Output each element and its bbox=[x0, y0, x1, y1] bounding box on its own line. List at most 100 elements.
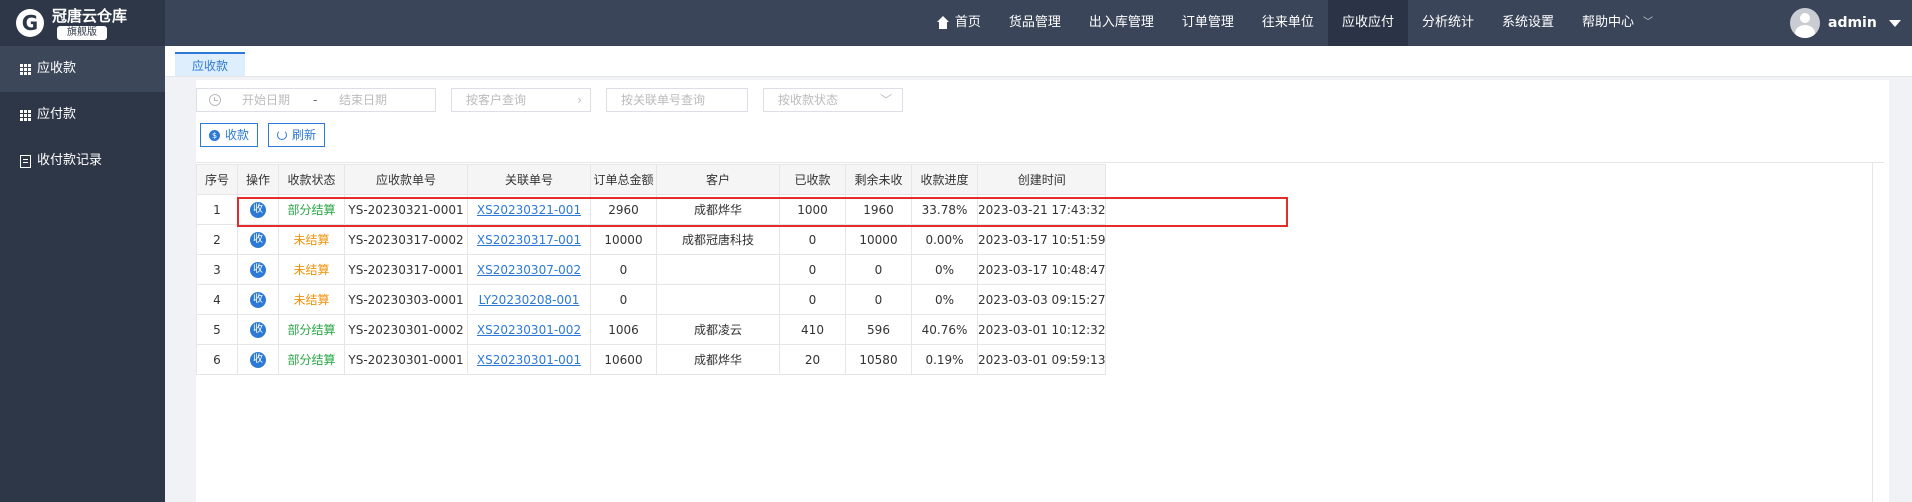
sidebar-item-payment-records[interactable]: 收付款记录 bbox=[0, 138, 165, 184]
action-cell: 收 bbox=[237, 314, 279, 345]
nav-label: 往来单位 bbox=[1261, 15, 1314, 30]
progress-cell: 0.19% bbox=[925, 352, 964, 367]
nav-label: 货品管理 bbox=[1008, 15, 1061, 30]
created-time-cell: 2023-03-17 10:51:59 bbox=[978, 232, 1106, 247]
column-header[interactable]: 序号 bbox=[196, 164, 238, 195]
table-row[interactable]: 6 收 部分结算 YS-20230301-0001 XS20230301-001 1060… bbox=[196, 344, 1107, 375]
status-cell: 未结算 bbox=[293, 233, 330, 247]
order-number-link[interactable]: XS20230307-002 bbox=[477, 263, 581, 277]
column-header[interactable]: 应收款单号 bbox=[344, 164, 468, 195]
column-header[interactable]: 操作 bbox=[237, 164, 279, 195]
nav-item-inout[interactable]: 出入库管理 bbox=[1075, 0, 1168, 46]
nav-item-help[interactable]: 帮助中心 ﹀ bbox=[1568, 0, 1667, 46]
table-cell: 0 bbox=[779, 224, 846, 255]
column-header[interactable]: 收款状态 bbox=[278, 164, 345, 195]
table-row[interactable]: 1 收 部分结算 YS-20230321-0001 XS20230321-001 2960… bbox=[196, 194, 1107, 225]
order-total-cell: 2960 bbox=[608, 202, 639, 217]
order-number-link[interactable]: XS20230301-002 bbox=[477, 323, 581, 337]
collect-row-button[interactable]: 收 bbox=[250, 322, 266, 338]
order-number-link[interactable]: XS20230301-001 bbox=[477, 353, 581, 367]
order-number-link[interactable]: XS20230317-001 bbox=[477, 233, 581, 247]
table-cell: 部分结算 bbox=[278, 194, 345, 225]
table-cell: 2960 bbox=[590, 194, 657, 225]
collect-button[interactable]: $ 收款 bbox=[200, 123, 259, 147]
tab-receivables[interactable]: 应收款 bbox=[175, 52, 246, 76]
scrollbar[interactable] bbox=[1872, 163, 1873, 502]
grid-icon bbox=[20, 63, 31, 75]
divider bbox=[196, 162, 1884, 163]
table-cell: 20 bbox=[779, 344, 846, 375]
logo[interactable]: G 冠唐云仓库 旗舰版 bbox=[0, 0, 165, 46]
end-date-input[interactable]: 结束日期 bbox=[339, 89, 387, 111]
nav-item-partners[interactable]: 往来单位 bbox=[1248, 0, 1328, 46]
progress-cell: 0% bbox=[934, 262, 955, 277]
collect-row-button[interactable]: 收 bbox=[250, 232, 266, 248]
nav-item-settings[interactable]: 系统设置 bbox=[1488, 0, 1568, 46]
order-no-input[interactable]: 按关联单号查询 bbox=[606, 88, 748, 112]
edition-badge: 旗舰版 bbox=[57, 26, 107, 40]
collect-label: 收款 bbox=[225, 128, 250, 142]
remaining-cell: 0 bbox=[874, 292, 883, 307]
table-row[interactable]: 3 收 未结算 YS-20230317-0001 XS20230307-002 0 0 0 0%… bbox=[196, 254, 1107, 285]
nav-label: 出入库管理 bbox=[1088, 15, 1154, 30]
column-header[interactable]: 收款进度 bbox=[911, 164, 978, 195]
order-number-link[interactable]: XS20230321-001 bbox=[477, 203, 581, 217]
table-cell: 未结算 bbox=[278, 254, 345, 285]
column-header[interactable]: 订单总金额 bbox=[590, 164, 657, 195]
nav-item-receivable-payable[interactable]: 应收应付 bbox=[1327, 0, 1408, 46]
received-cell: 410 bbox=[801, 322, 824, 337]
order-number-link[interactable]: LY20230208-001 bbox=[479, 293, 580, 307]
refresh-button[interactable]: 刷新 bbox=[268, 123, 326, 147]
created-time-cell: 2023-03-01 10:12:32 bbox=[978, 322, 1106, 337]
tab-bar: 应收款 bbox=[165, 46, 1912, 77]
collect-row-button[interactable]: 收 bbox=[250, 292, 266, 308]
start-date-input[interactable]: 开始日期 bbox=[242, 89, 290, 111]
column-header[interactable]: 创建时间 bbox=[976, 164, 1107, 195]
column-header[interactable]: 剩余未收 bbox=[845, 164, 912, 195]
table-cell: 10000 bbox=[845, 224, 912, 255]
progress-cell: 40.76% bbox=[921, 322, 968, 337]
filter-bar: 开始日期 - 结束日期 按客户查询 › 按关联单号查询 按收款状态 ﹀ bbox=[196, 88, 903, 112]
table-cell: 部分结算 bbox=[278, 314, 345, 345]
order-total-cell: 10600 bbox=[604, 352, 643, 367]
nav-item-home[interactable]: 首页 bbox=[922, 0, 995, 46]
nav-item-goods[interactable]: 货品管理 bbox=[995, 0, 1075, 46]
table-row[interactable]: 5 收 部分结算 YS-20230301-0002 XS20230301-002 1006… bbox=[196, 314, 1107, 345]
column-header[interactable]: 已收款 bbox=[779, 164, 846, 195]
date-range-picker[interactable]: 开始日期 - 结束日期 bbox=[196, 88, 436, 112]
sidebar-item-payables[interactable]: 应付款 bbox=[0, 92, 165, 138]
column-header[interactable]: 客户 bbox=[656, 164, 780, 195]
table-row[interactable]: 4 收 未结算 YS-20230303-0001 LY20230208-001 0 0 0 0%… bbox=[196, 284, 1107, 315]
bill-number-cell: YS-20230321-0001 bbox=[348, 202, 464, 217]
status-cell: 未结算 bbox=[293, 293, 330, 307]
chevron-down-icon: ﹀ bbox=[1643, 17, 1653, 28]
table-cell: 10600 bbox=[590, 344, 657, 375]
collect-row-button[interactable]: 收 bbox=[250, 262, 266, 278]
customer-cell: 成都烨华 bbox=[693, 353, 742, 367]
customer-select[interactable]: 按客户查询 › bbox=[451, 88, 591, 112]
logo-icon: G bbox=[16, 9, 44, 37]
nav-label: 应收应付 bbox=[1341, 15, 1394, 30]
nav-item-analytics[interactable]: 分析统计 bbox=[1408, 0, 1488, 46]
table-row[interactable]: 2 收 未结算 YS-20230317-0002 XS20230317-001 10000… bbox=[196, 224, 1107, 255]
collect-row-button[interactable]: 收 bbox=[250, 202, 266, 218]
received-cell: 0 bbox=[808, 292, 817, 307]
sidebar-item-receivables[interactable]: 应收款 bbox=[0, 46, 165, 92]
collect-row-button[interactable]: 收 bbox=[250, 352, 266, 368]
status-cell: 部分结算 bbox=[287, 323, 336, 337]
user-menu[interactable]: admin bbox=[1790, 8, 1901, 38]
status-select[interactable]: 按收款状态 ﹀ bbox=[763, 88, 903, 112]
column-header[interactable]: 关联单号 bbox=[467, 164, 591, 195]
bill-number-cell: YS-20230317-0001 bbox=[348, 262, 464, 277]
status-cell: 部分结算 bbox=[287, 203, 336, 217]
nav-item-orders[interactable]: 订单管理 bbox=[1168, 0, 1248, 46]
table-cell: YS-20230317-0002 bbox=[344, 224, 468, 255]
table-cell: 0 bbox=[845, 284, 912, 315]
order-total-cell: 1006 bbox=[608, 322, 639, 337]
nav-label: 订单管理 bbox=[1181, 15, 1234, 30]
brand-name: 冠唐云仓库 bbox=[52, 7, 128, 25]
table-cell: 1 bbox=[196, 194, 238, 225]
avatar bbox=[1790, 8, 1820, 38]
table-cell: 1006 bbox=[590, 314, 657, 345]
table-cell: 0.19% bbox=[911, 344, 978, 375]
